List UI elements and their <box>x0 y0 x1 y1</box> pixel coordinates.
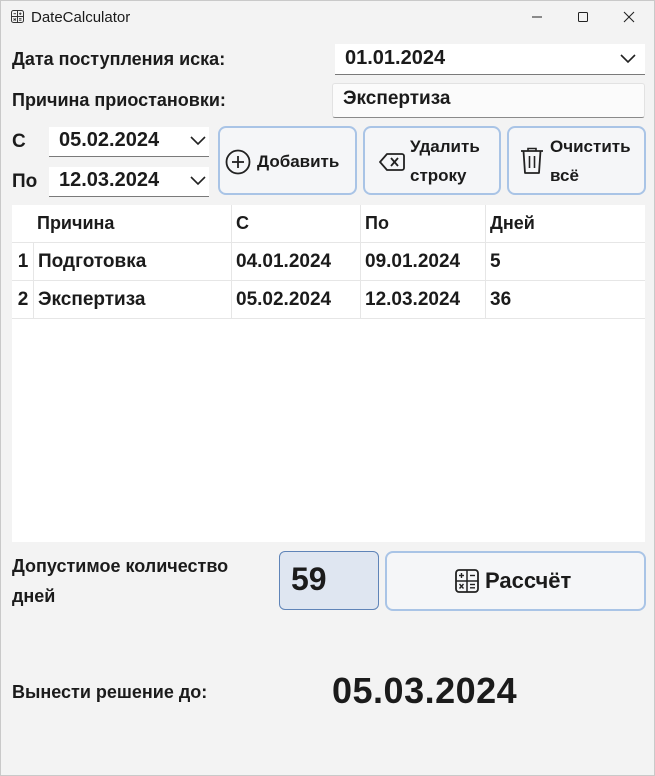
cell-reason[interactable]: Подготовка <box>33 243 231 280</box>
reason-input[interactable]: Экспертиза <box>332 83 645 118</box>
backspace-icon <box>379 153 405 171</box>
claim-date-label: Дата поступления иска: <box>12 49 226 69</box>
minimize-button[interactable] <box>514 1 560 33</box>
cell-to[interactable]: 09.01.2024 <box>360 243 485 280</box>
column-header-from[interactable]: С <box>231 205 360 242</box>
add-button[interactable]: Добавить <box>218 126 357 195</box>
maximize-icon <box>578 12 588 22</box>
allowed-days-label-line1: Допустимое количество <box>12 556 229 576</box>
reason-label: Причина приостановки: <box>12 90 226 110</box>
claim-date-combobox[interactable]: 01.01.2024 <box>335 44 645 75</box>
window-title: DateCalculator <box>31 9 131 26</box>
calculator-icon <box>455 569 479 593</box>
chevron-down-icon <box>190 136 206 146</box>
chevron-down-icon <box>190 176 206 186</box>
clear-all-label-line1: Очистить <box>550 137 631 156</box>
reason-value: Экспертиза <box>343 88 451 109</box>
to-date-value: 12.03.2024 <box>59 169 160 191</box>
title-bar: DateCalculator <box>1 1 654 33</box>
decision-date-value: 05.03.2024 <box>332 670 518 711</box>
maximize-button[interactable] <box>560 1 606 33</box>
trash-icon <box>521 147 543 174</box>
table-row[interactable]: 2 Экспертиза 05.02.2024 12.03.2024 36 <box>12 280 645 318</box>
allowed-days-input[interactable]: 59 <box>279 551 379 610</box>
add-button-label: Добавить <box>257 152 340 171</box>
minimize-icon <box>532 16 542 18</box>
claim-date-value: 01.01.2024 <box>345 47 446 69</box>
calculate-button-label: Рассчёт <box>485 568 572 593</box>
intervals-table[interactable]: Причина С По Дней 1 Подготовка 04.01.202… <box>12 205 645 542</box>
calculate-button[interactable]: Рассчёт <box>385 551 646 611</box>
app-icon <box>11 10 24 23</box>
close-button[interactable] <box>606 1 652 33</box>
delete-row-button[interactable]: Удалить строку <box>363 126 501 195</box>
cell-days[interactable]: 5 <box>485 243 645 280</box>
delete-row-label-line1: Удалить <box>410 137 480 156</box>
column-header-days[interactable]: Дней <box>485 205 645 242</box>
cell-days[interactable]: 36 <box>485 281 645 318</box>
delete-row-label-line2: строку <box>410 166 467 185</box>
column-header-reason[interactable]: Причина <box>33 205 231 242</box>
close-icon <box>623 11 635 23</box>
app-window: DateCalculator Дата поступления иска: 01… <box>0 0 655 776</box>
from-date-value: 05.02.2024 <box>59 129 160 151</box>
from-label: С <box>12 131 26 152</box>
cell-from[interactable]: 05.02.2024 <box>231 281 360 318</box>
from-date-picker[interactable]: 05.02.2024 <box>49 127 209 157</box>
table-row[interactable]: 1 Подготовка 04.01.2024 09.01.2024 5 <box>12 242 645 280</box>
plus-circle-icon <box>225 149 251 175</box>
allowed-days-value: 59 <box>291 561 327 597</box>
row-number: 1 <box>17 251 29 272</box>
clear-all-label-line2: всё <box>550 166 579 185</box>
decision-label: Вынести решение до: <box>12 682 208 702</box>
chevron-down-icon <box>620 54 636 64</box>
clear-all-button[interactable]: Очистить всё <box>507 126 646 195</box>
to-label: По <box>12 171 38 192</box>
cell-to[interactable]: 12.03.2024 <box>360 281 485 318</box>
allowed-days-label-line2: дней <box>12 586 56 606</box>
cell-from[interactable]: 04.01.2024 <box>231 243 360 280</box>
column-header-to[interactable]: По <box>360 205 485 242</box>
to-date-picker[interactable]: 12.03.2024 <box>49 167 209 197</box>
cell-reason[interactable]: Экспертиза <box>33 281 231 318</box>
table-row-divider <box>12 318 645 319</box>
row-number: 2 <box>17 289 29 310</box>
